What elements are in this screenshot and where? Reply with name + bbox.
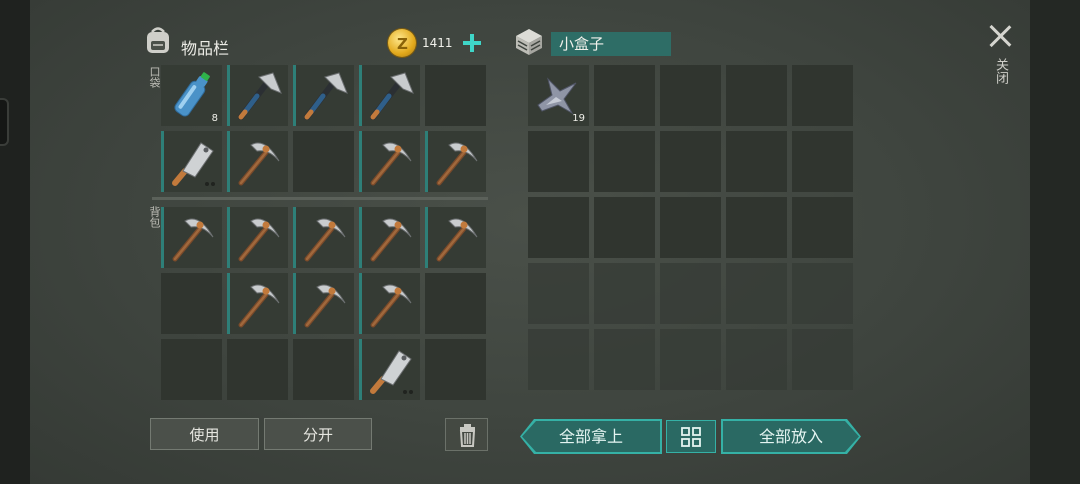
section-divider	[152, 197, 488, 200]
screen-notch	[0, 98, 9, 146]
inventory-slot[interactable]	[594, 65, 655, 126]
inventory-slot[interactable]	[594, 329, 655, 390]
use-button[interactable]: 使用	[150, 418, 259, 450]
pickaxe-icon	[304, 218, 346, 262]
inventory-slot[interactable]	[792, 329, 853, 390]
durability-dots	[205, 182, 216, 186]
inventory-slot[interactable]	[660, 197, 721, 258]
inventory-slot[interactable]	[528, 131, 589, 192]
inventory-slot[interactable]	[293, 207, 354, 268]
pickaxe-icon	[172, 218, 214, 262]
take-all-button[interactable]: 全部拿上	[522, 421, 660, 452]
split-button[interactable]: 分开	[264, 418, 372, 450]
hatchet-icon	[304, 72, 348, 120]
inventory-slot[interactable]	[528, 197, 589, 258]
pickaxe-icon	[370, 284, 412, 328]
inventory-slot[interactable]	[359, 273, 420, 334]
inventory-slot[interactable]	[660, 131, 721, 192]
inventory-slot[interactable]: 19	[528, 65, 589, 126]
hatchet-icon	[370, 72, 414, 120]
inventory-slot[interactable]	[726, 263, 787, 324]
inventory-slot[interactable]	[227, 339, 288, 400]
inventory-slot[interactable]	[792, 263, 853, 324]
pickaxe-icon	[238, 218, 280, 262]
inventory-slot[interactable]	[425, 207, 486, 268]
inventory-slot[interactable]	[161, 339, 222, 400]
inventory-slot[interactable]	[528, 263, 589, 324]
inventory-slot[interactable]	[227, 273, 288, 334]
inventory-slot[interactable]	[293, 131, 354, 192]
inventory-slot[interactable]	[425, 131, 486, 192]
inventory-slot[interactable]	[161, 273, 222, 334]
inventory-slot[interactable]	[425, 339, 486, 400]
inventory-slot[interactable]	[227, 65, 288, 126]
inventory-slot[interactable]	[594, 263, 655, 324]
inventory-slot[interactable]	[293, 273, 354, 334]
backpack-label: 背包	[148, 206, 161, 228]
inventory-slot[interactable]	[792, 197, 853, 258]
inventory-slot[interactable]	[161, 131, 222, 192]
pocket-label: 口袋	[148, 66, 161, 88]
inventory-slot[interactable]	[359, 339, 420, 400]
pickaxe-icon	[370, 142, 412, 186]
pickaxe-icon	[238, 284, 280, 328]
inventory-slot[interactable]	[227, 131, 288, 192]
inventory-slot[interactable]	[660, 263, 721, 324]
inventory-slot[interactable]	[425, 65, 486, 126]
sort-grid-icon	[681, 427, 701, 447]
durability-dots	[403, 390, 414, 394]
pickaxe-icon	[370, 218, 412, 262]
inventory-slot[interactable]	[359, 131, 420, 192]
hatchet-icon	[238, 72, 282, 120]
inventory-slot[interactable]	[425, 273, 486, 334]
inventory-slot[interactable]	[660, 65, 721, 126]
inventory-slot[interactable]	[359, 207, 420, 268]
inventory-slot[interactable]	[594, 197, 655, 258]
inventory-slot[interactable]	[594, 131, 655, 192]
item-quantity: 19	[572, 113, 585, 124]
sort-button[interactable]	[666, 420, 716, 453]
inventory-slot[interactable]	[726, 197, 787, 258]
left-edge	[0, 0, 30, 484]
pickaxe-icon	[436, 142, 478, 186]
inventory-slot[interactable]	[293, 339, 354, 400]
close-label[interactable]: 关闭	[988, 58, 1010, 84]
pickaxe-icon	[304, 284, 346, 328]
item-quantity: 8	[211, 113, 218, 124]
container-name: 小盒子	[551, 32, 671, 56]
backpack-icon	[147, 27, 169, 53]
inventory-slot[interactable]	[726, 329, 787, 390]
storage-box-icon	[516, 29, 542, 55]
inventory-slot[interactable]	[660, 329, 721, 390]
inventory-title: 物品栏	[181, 39, 230, 58]
trash-button[interactable]	[445, 418, 488, 451]
inventory-slot[interactable]	[359, 65, 420, 126]
coin-balance: 1411	[422, 36, 453, 50]
right-edge	[1030, 0, 1080, 484]
svg-text:Z: Z	[397, 35, 408, 53]
inventory-slot[interactable]	[161, 207, 222, 268]
inventory-slot[interactable]	[726, 131, 787, 192]
inventory-slot[interactable]	[293, 65, 354, 126]
inventory-slot[interactable]: 8	[161, 65, 222, 126]
put-all-button[interactable]: 全部放入	[723, 421, 859, 452]
inventory-slot[interactable]	[726, 65, 787, 126]
inventory-slot[interactable]	[792, 65, 853, 126]
pickaxe-icon	[238, 142, 280, 186]
trash-icon	[459, 424, 476, 447]
pickaxe-icon	[436, 218, 478, 262]
add-coins-button[interactable]	[462, 33, 482, 53]
inventory-slot[interactable]	[792, 131, 853, 192]
close-icon[interactable]	[988, 24, 1012, 48]
coin-icon: Z	[388, 29, 416, 57]
inventory-slot[interactable]	[227, 207, 288, 268]
inventory-slot[interactable]	[528, 329, 589, 390]
